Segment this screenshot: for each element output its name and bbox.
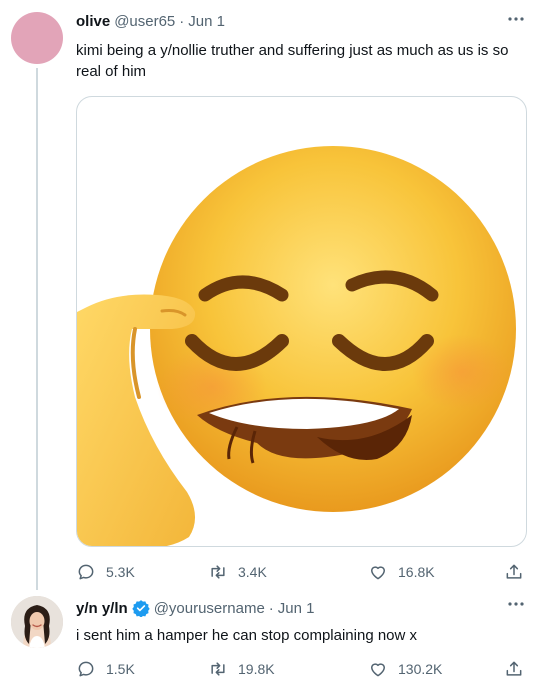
tweet-text: kimi being a y/nollie truther and suffer…: [76, 42, 509, 80]
emoji-eye-rub-smirk-icon: [77, 146, 516, 546]
tweet-date[interactable]: Jun 1: [188, 13, 225, 30]
tweet-text: i sent him a hamper he can stop complain…: [76, 627, 418, 644]
display-name[interactable]: y/n y/ln: [76, 600, 128, 617]
heart-icon: [371, 663, 385, 677]
retweet-count: 3.4K: [238, 564, 267, 580]
verified-badge-icon: [131, 600, 150, 617]
tweet-date[interactable]: Jun 1: [278, 600, 315, 617]
share-icon: [506, 564, 522, 579]
share-button[interactable]: [504, 560, 524, 584]
reply-button[interactable]: 1.5K: [76, 657, 135, 681]
separator-dot: ·: [268, 599, 274, 617]
heart-icon: [371, 566, 385, 580]
share-icon: [506, 661, 522, 676]
more-options-icon[interactable]: [506, 599, 526, 609]
tweet-media-image[interactable]: [76, 96, 527, 547]
avatar[interactable]: [11, 12, 63, 64]
avatar[interactable]: [11, 596, 63, 648]
share-button[interactable]: [504, 657, 524, 681]
reply-count: 5.3K: [106, 564, 135, 580]
like-button[interactable]: 16.8K: [368, 560, 435, 584]
tweet-header: y/n y/ln @yourusername · Jun 1: [76, 599, 315, 617]
reply-icon: [78, 661, 94, 677]
retweet-count: 19.8K: [238, 661, 275, 677]
retweet-button[interactable]: 19.8K: [208, 657, 275, 681]
user-handle[interactable]: @user65: [114, 13, 175, 30]
like-count: 130.2K: [398, 661, 443, 677]
tweet-header: olive @user65 · Jun 1: [76, 13, 225, 30]
separator-dot: ·: [179, 13, 185, 30]
retweet-icon: [211, 565, 225, 579]
profile-photo-icon: [11, 596, 63, 648]
thread-line: [36, 68, 38, 590]
retweet-button[interactable]: 3.4K: [208, 560, 267, 584]
retweet-icon: [211, 662, 225, 676]
reply-count: 1.5K: [106, 661, 135, 677]
tweet-actions: 5.3K 3.4K 16.8K: [76, 560, 526, 584]
tweet-actions: 1.5K 19.8K 130.2K: [76, 657, 526, 681]
more-options-icon[interactable]: [506, 14, 526, 24]
reply-icon: [78, 564, 94, 580]
reply-button[interactable]: 5.3K: [76, 560, 135, 584]
like-button[interactable]: 130.2K: [368, 657, 442, 681]
like-count: 16.8K: [398, 564, 435, 580]
display-name[interactable]: olive: [76, 13, 110, 30]
user-handle[interactable]: @yourusername: [154, 600, 265, 617]
